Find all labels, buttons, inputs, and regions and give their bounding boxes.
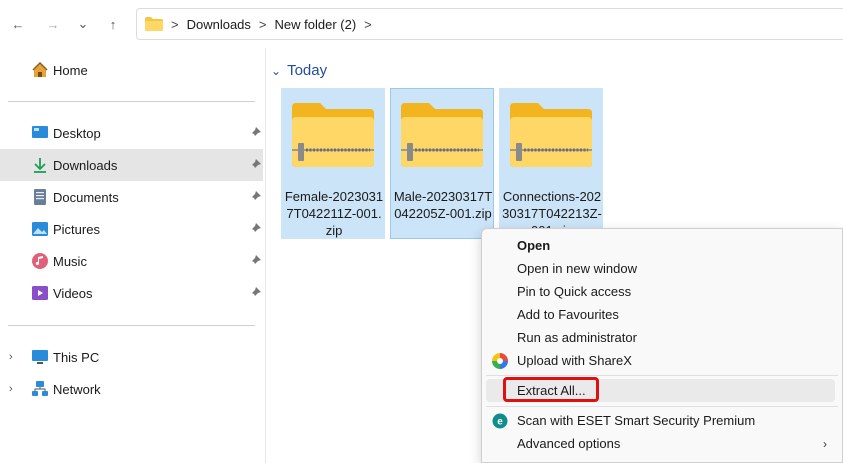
sharex-icon [492,352,508,369]
sidebar-item-label: Downloads [53,157,118,173]
highlight-annotation [503,377,599,402]
desktop-icon [31,124,49,142]
menu-item-label: Upload with ShareX [517,353,632,368]
pin-icon[interactable] [248,158,262,172]
document-icon [31,188,49,206]
sidebar-item-label: Pictures [53,221,100,237]
sidebar-item-network[interactable]: › Network [0,373,263,405]
menu-separator [486,406,838,407]
video-icon [31,284,49,302]
chevron-right-icon[interactable]: › [9,351,13,363]
menu-item-run-as-admin[interactable]: Run as administrator [486,326,835,349]
back-button[interactable]: ← [6,12,30,36]
group-header-label: Today [287,62,328,79]
breadcrumb-separator[interactable]: > [364,17,372,32]
forward-button[interactable]: → [41,12,65,36]
eset-icon: e [492,413,508,429]
menu-item-label: Open [517,238,551,253]
forward-arrow-icon: → [46,16,60,32]
navigation-pane: Home Desktop Downloads Documents Picture… [0,48,263,463]
music-icon [31,252,49,270]
menu-separator [486,375,838,376]
pin-icon[interactable] [248,126,262,140]
navigation-bar: ← → ⌄ ↑ > Downloads > New folder (2) > [0,0,843,48]
chevron-right-icon: › [823,436,827,451]
file-name: Female-20230317T042211Z-001.zip [284,189,384,238]
pin-icon[interactable] [248,286,262,300]
sidebar-item-label: Music [53,253,87,269]
zip-folder-icon [510,103,592,167]
file-item[interactable]: Connections-20230317T042213Z-001.zip [499,88,603,239]
context-menu: Open Open in new window Pin to Quick acc… [481,228,843,463]
sidebar-item-this-pc[interactable]: › This PC [0,341,263,373]
pin-icon[interactable] [248,222,262,236]
pane-separator[interactable] [265,48,266,463]
sidebar-item-pictures[interactable]: Pictures [0,213,263,245]
breadcrumb-separator: > [171,16,179,32]
pin-icon[interactable] [248,254,262,268]
pictures-icon [31,220,49,238]
chevron-right-icon[interactable]: › [9,383,13,395]
menu-item-scan-eset[interactable]: e Scan with ESET Smart Security Premium [486,409,835,432]
menu-item-open-new-window[interactable]: Open in new window [486,257,835,280]
sidebar-item-label: Documents [53,189,119,205]
menu-item-add-favourites[interactable]: Add to Favourites [486,303,835,326]
sidebar-item-label: This PC [53,349,100,365]
breadcrumb-separator[interactable]: > [259,17,267,32]
sidebar-divider [8,101,255,102]
breadcrumb-new-folder[interactable]: New folder (2) [275,17,357,32]
breadcrumb-downloads[interactable]: Downloads [187,17,251,32]
menu-item-advanced-options[interactable]: Advanced options › [486,432,835,455]
menu-item-label: Run as administrator [517,330,637,345]
menu-item-pin-quick-access[interactable]: Pin to Quick access [486,280,835,303]
sidebar-item-videos[interactable]: Videos [0,277,263,309]
sidebar-item-label: Home [53,62,88,78]
file-item[interactable]: Female-20230317T042211Z-001.zip [281,88,385,239]
home-icon [31,61,49,79]
file-name: Male-20230317T042205Z-001.zip [393,189,493,221]
chevron-down-icon[interactable]: ⌄ [271,64,281,78]
sidebar-item-documents[interactable]: Documents [0,181,263,213]
sidebar-item-downloads[interactable]: Downloads [0,149,263,181]
zip-folder-icon [401,103,483,167]
address-bar[interactable]: > Downloads > New folder (2) > [136,8,843,40]
sidebar-item-music[interactable]: Music [0,245,263,277]
recent-locations-button[interactable]: ⌄ [71,12,95,36]
menu-item-open[interactable]: Open [486,234,835,257]
menu-item-label: Advanced options [517,436,621,451]
sidebar-item-label: Desktop [53,125,101,141]
computer-icon [31,348,49,366]
back-arrow-icon: ← [11,16,25,32]
menu-item-label: Open in new window [517,261,637,276]
file-item[interactable]: Male-20230317T042205Z-001.zip [390,88,494,239]
menu-item-label: Scan with ESET Smart Security Premium [517,413,756,428]
sidebar-item-label: Videos [53,285,93,301]
svg-text:e: e [497,416,503,427]
chevron-down-icon: ⌄ [77,16,89,31]
network-icon [31,380,49,398]
up-arrow-icon: ↑ [109,16,117,32]
download-icon [31,156,49,174]
zip-folder-icon [292,103,374,167]
folder-icon [145,17,163,31]
sidebar-item-home[interactable]: Home [0,54,263,86]
group-header-today[interactable]: ⌄ Today [271,62,327,79]
sidebar-item-desktop[interactable]: Desktop [0,117,263,149]
menu-item-label: Add to Favourites [517,307,619,322]
menu-item-upload-sharex[interactable]: Upload with ShareX [486,349,835,372]
menu-item-label: Pin to Quick access [517,284,632,299]
up-button[interactable]: ↑ [101,12,125,36]
pin-icon[interactable] [248,190,262,204]
sidebar-divider [8,325,255,326]
sidebar-item-label: Network [53,381,101,397]
